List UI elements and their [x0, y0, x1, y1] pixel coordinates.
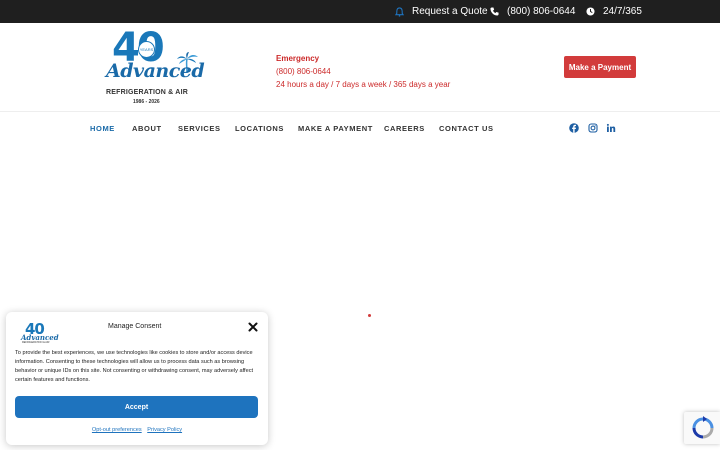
- logo-years-range: 1986 - 2026: [133, 99, 160, 105]
- hours-info: 24/7/365: [586, 0, 642, 23]
- instagram-icon[interactable]: [588, 123, 598, 133]
- accept-button[interactable]: Accept: [15, 396, 258, 418]
- recaptcha-icon: [692, 416, 714, 439]
- nav-item-careers[interactable]: CAREERS: [384, 124, 425, 133]
- request-quote-label: Request a Quote: [412, 6, 488, 17]
- consent-title: Manage Consent: [108, 323, 162, 330]
- request-quote-link[interactable]: Request a Quote: [395, 0, 488, 23]
- nav-item-home[interactable]: HOME: [90, 124, 115, 133]
- phone-icon: [490, 7, 499, 16]
- clock-icon: [586, 7, 595, 16]
- nav-item-locations[interactable]: LOCATIONS: [235, 124, 284, 133]
- consent-text: To provide the best experiences, we use …: [15, 350, 254, 383]
- logo-years-badge: YEARS: [138, 41, 155, 58]
- privacy-policy-link[interactable]: Privacy Policy: [147, 427, 182, 433]
- site-logo[interactable]: 40 YEARS Advanced REFRIGERATION & AIR 19…: [105, 28, 205, 106]
- opt-out-preferences-link[interactable]: Opt-out preferences: [92, 427, 142, 433]
- facebook-icon[interactable]: [569, 123, 579, 133]
- logo-subtitle: REFRIGERATION & AIR: [106, 89, 188, 96]
- close-icon[interactable]: [248, 322, 258, 332]
- phone-link[interactable]: (800) 806-0644: [490, 0, 575, 23]
- loading-dot: [368, 314, 371, 317]
- emergency-title: Emergency: [276, 54, 320, 63]
- logo-brand: Advanced: [106, 60, 205, 82]
- emergency-info: Emergency (800) 806-0644 24 hours a day …: [276, 52, 450, 91]
- nav-item-make-a-payment[interactable]: MAKE A PAYMENT: [298, 124, 373, 133]
- top-bar: Request a Quote (800) 806-0644 24/7/365: [0, 0, 720, 23]
- emergency-phone[interactable]: (800) 806-0644: [276, 65, 450, 78]
- cookie-consent-dialog: 40 Advanced REFRIGERATION & AIR Manage C…: [6, 312, 268, 445]
- consent-links: Opt-out preferences Privacy Policy: [6, 427, 268, 433]
- linkedin-icon[interactable]: [606, 123, 616, 133]
- nav-item-services[interactable]: SERVICES: [178, 124, 221, 133]
- consent-logo-subtitle: REFRIGERATION & AIR: [22, 341, 50, 344]
- nav-item-about[interactable]: ABOUT: [132, 124, 162, 133]
- hours-label: 24/7/365: [603, 6, 642, 17]
- emergency-hours: 24 hours a day / 7 days a week / 365 day…: [276, 80, 451, 89]
- consent-logo: 40 Advanced REFRIGERATION & AIR: [21, 320, 59, 344]
- phone-label: (800) 806-0644: [507, 6, 576, 17]
- make-payment-button[interactable]: Make a Payment: [564, 56, 636, 78]
- bell-icon: [395, 6, 404, 17]
- recaptcha-badge[interactable]: [684, 412, 720, 444]
- nav-item-contact-us[interactable]: CONTACT US: [439, 124, 494, 133]
